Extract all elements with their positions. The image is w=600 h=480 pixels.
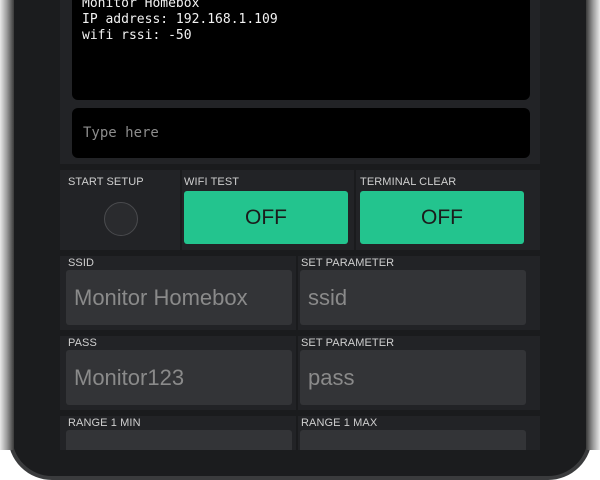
divider	[60, 250, 540, 256]
terminal-line: wifi rssi: -50	[82, 28, 192, 43]
divider	[60, 164, 540, 170]
terminal-line: IP address: 192.168.1.109	[82, 12, 278, 27]
terminal-clear-state: OFF	[421, 205, 463, 229]
divider	[60, 330, 540, 336]
terminal-clear-button[interactable]: OFF	[360, 191, 524, 244]
ssid-parameter-label: SET PARAMETER	[301, 257, 395, 269]
terminal-line: Monitor Homebox	[82, 0, 200, 11]
phone-edge-left	[0, 0, 14, 450]
pass-label: PASS	[68, 337, 97, 349]
ssid-parameter-value: ssid	[308, 284, 348, 310]
phone-edge-right	[586, 0, 600, 450]
terminal-clear-label: TERMINAL CLEAR	[360, 176, 457, 188]
divider	[296, 256, 298, 331]
terminal-input[interactable]: Type here	[72, 108, 530, 158]
divider	[60, 410, 540, 416]
wifi-test-button[interactable]: OFF	[184, 191, 348, 244]
ssid-value: Monitor Homebox	[74, 284, 248, 310]
wifi-test-label: WIFI TEST	[184, 176, 240, 188]
ssid-label: SSID	[68, 257, 95, 269]
divider	[296, 336, 298, 411]
range-min-field[interactable]	[66, 430, 292, 450]
divider	[354, 170, 356, 252]
ssid-parameter-field[interactable]: ssid	[300, 270, 526, 325]
pass-parameter-field[interactable]: pass	[300, 350, 526, 405]
wifi-test-state: OFF	[245, 205, 287, 229]
range-max-field[interactable]	[300, 430, 526, 450]
ssid-field[interactable]: Monitor Homebox	[66, 270, 292, 325]
pass-field[interactable]: Monitor123	[66, 350, 292, 405]
start-setup-button[interactable]	[104, 202, 138, 236]
pass-value: Monitor123	[74, 364, 185, 390]
range-max-label: RANGE 1 MAX	[301, 417, 378, 429]
terminal-input-placeholder: Type here	[83, 125, 159, 141]
terminal-output[interactable]: Monitor Homebox IP address: 192.168.1.10…	[72, 0, 530, 100]
start-setup-label: START SETUP	[68, 176, 144, 188]
pass-parameter-value: pass	[308, 364, 355, 390]
pass-parameter-label: SET PARAMETER	[301, 337, 395, 349]
app-screen: Monitor Homebox IP address: 192.168.1.10…	[60, 0, 540, 450]
divider	[180, 170, 182, 252]
range-min-label: RANGE 1 MIN	[68, 417, 141, 429]
divider	[296, 416, 298, 450]
